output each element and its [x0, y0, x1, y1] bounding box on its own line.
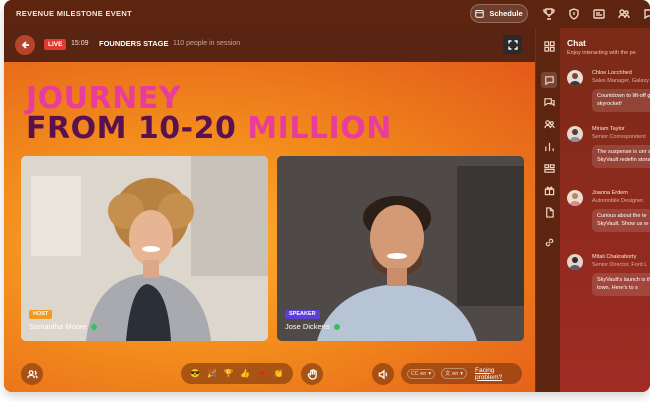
- speaker-video-tile[interactable]: SPEAKER Jose Dickens: [277, 156, 524, 341]
- speaker-badge: SPEAKER: [285, 310, 320, 319]
- reaction-bar: 😎 🎉 🏆 👍 ❤ 👏: [181, 363, 293, 384]
- nav-booths[interactable]: [541, 160, 557, 176]
- language-controls: CC en ▾ 文 en ▾ Facing problem?: [401, 363, 522, 384]
- chat-author-role: Senior Director, Ford L: [592, 262, 648, 268]
- top-bar: REVENUE MILESTONE EVENT Schedule: [4, 0, 650, 28]
- avatar: [567, 70, 583, 86]
- speaker-name: Jose Dickens: [285, 322, 340, 331]
- people-icon[interactable]: [617, 7, 631, 21]
- hand-icon: [307, 368, 317, 380]
- audio-language-select[interactable]: 文 en ▾: [441, 368, 468, 379]
- host-name: Samantha Moore: [29, 322, 97, 331]
- chat-message-text: SkyVault's launch is the town. Here's to…: [592, 273, 650, 296]
- event-title: REVENUE MILESTONE EVENT: [16, 9, 132, 18]
- host-name-label: Samantha Moore: [29, 322, 87, 331]
- fullscreen-button[interactable]: [503, 35, 522, 54]
- expand-icon: [507, 39, 518, 50]
- gift-icon: [544, 186, 554, 195]
- facing-problem-link[interactable]: Facing problem?: [475, 367, 516, 381]
- stage-title-line1: JOURNEY: [26, 81, 181, 116]
- chat-author-name: Chloe Locchhed: [592, 70, 632, 76]
- translate-icon: 文: [445, 371, 451, 377]
- avatar: [567, 190, 583, 206]
- question-chat-icon: [543, 97, 555, 106]
- chat-bubble-icon[interactable]: [642, 7, 650, 21]
- schedule-button[interactable]: Schedule: [470, 4, 528, 23]
- reaction-thumbs-up[interactable]: 👍: [239, 368, 251, 380]
- avatar: [567, 254, 583, 270]
- stage-title-line2-prefix: FROM 10-20: [26, 111, 248, 146]
- chat-subtitle: Enjoy interacting with the pe: [567, 50, 636, 56]
- live-badge: LIVE: [44, 39, 67, 50]
- host-video-feed: [21, 156, 268, 341]
- chat-author-role: Sales Manager, Galaxy: [592, 78, 649, 84]
- nav-people[interactable]: [541, 116, 557, 132]
- grid-icon: [543, 40, 555, 52]
- chat-author-name: Joanna Erdem: [592, 190, 628, 196]
- chat-author-name: Mitali Chakraborty: [592, 254, 637, 260]
- trophy-icon[interactable]: [542, 7, 556, 21]
- back-button[interactable]: [15, 35, 35, 55]
- stage-area: JOURNEY FROM 10-20 MILLION HOST Samantha…: [4, 62, 535, 392]
- nav-qa[interactable]: [541, 94, 557, 110]
- stage-bar: LIVE 15:09 FOUNDERS STAGE 110 people in …: [4, 28, 535, 62]
- link-icon: [545, 238, 553, 246]
- chat-icon: [544, 75, 554, 85]
- schedule-label: Schedule: [489, 9, 523, 18]
- side-nav: [535, 28, 560, 392]
- nav-gifts[interactable]: [541, 182, 557, 198]
- reaction-trophy[interactable]: 🏆: [223, 368, 235, 380]
- chat-message-text: Curious about the te SkyVault. Show us w…: [592, 209, 650, 232]
- shield-icon[interactable]: [567, 7, 581, 21]
- calendar-icon: [475, 10, 485, 18]
- reaction-clap[interactable]: 👏: [273, 368, 285, 380]
- speaker-name-label: Jose Dickens: [285, 322, 330, 331]
- chat-title: Chat: [567, 38, 586, 48]
- mic-on-icon: [333, 323, 340, 330]
- chevron-down-icon: ▾: [460, 370, 464, 377]
- arrow-left-icon: [21, 41, 29, 49]
- speaker-volume-icon: [378, 368, 387, 380]
- stage-title-line2: FROM 10-20 MILLION: [26, 114, 392, 144]
- stage-title-highlight: MILLION: [247, 111, 392, 146]
- nav-polls[interactable]: [541, 138, 557, 154]
- document-icon: [545, 206, 554, 218]
- chat-author-role: Automobile Designer,: [592, 198, 645, 204]
- participants-button[interactable]: [21, 363, 43, 385]
- reaction-party[interactable]: 🎉: [206, 368, 218, 380]
- host-badge: HOST: [29, 310, 53, 319]
- nav-link[interactable]: [541, 234, 557, 250]
- host-video-tile[interactable]: HOST Samantha Moore: [21, 156, 268, 341]
- card-icon[interactable]: [592, 7, 606, 21]
- raise-hand-button[interactable]: [301, 363, 323, 385]
- captions-icon: CC: [411, 370, 419, 377]
- chat-message-text: The suspense is unr see SkyVault redefin…: [592, 145, 650, 168]
- stage-title: JOURNEY FROM 10-20 MILLION: [26, 84, 392, 144]
- app-window: REVENUE MILESTONE EVENT Schedule LIVE 15…: [4, 0, 650, 392]
- caption-language-select[interactable]: CC en ▾: [407, 368, 436, 379]
- nav-files[interactable]: [541, 204, 557, 220]
- bar-chart-icon: [544, 142, 554, 151]
- chat-author-role: Senior Correspondent: [592, 134, 646, 140]
- reaction-heart[interactable]: ❤: [256, 368, 268, 380]
- volume-button[interactable]: [372, 363, 394, 385]
- avatar: [567, 126, 583, 142]
- mic-on-icon: [90, 323, 97, 330]
- stage-name: FOUNDERS STAGE: [99, 39, 169, 48]
- people-icon: [543, 119, 555, 128]
- nav-dashboard[interactable]: [541, 38, 557, 54]
- chevron-down-icon: ▾: [428, 370, 432, 377]
- caption-language-value: en: [420, 370, 427, 377]
- chat-message-text: Countdown to lift-off going to skyrocket…: [592, 89, 650, 112]
- chat-panel: Chat Enjoy interacting with the pe Chloe…: [560, 28, 650, 392]
- session-timer: 15:09: [71, 40, 89, 47]
- people-icon: [26, 369, 38, 378]
- reaction-cool[interactable]: 😎: [189, 368, 201, 380]
- booth-icon: [543, 163, 555, 173]
- chat-author-name: Miriam Taylor: [592, 126, 625, 132]
- audio-language-value: en: [452, 370, 459, 377]
- session-count: 110 people in session: [173, 40, 241, 47]
- nav-chat[interactable]: [541, 72, 557, 88]
